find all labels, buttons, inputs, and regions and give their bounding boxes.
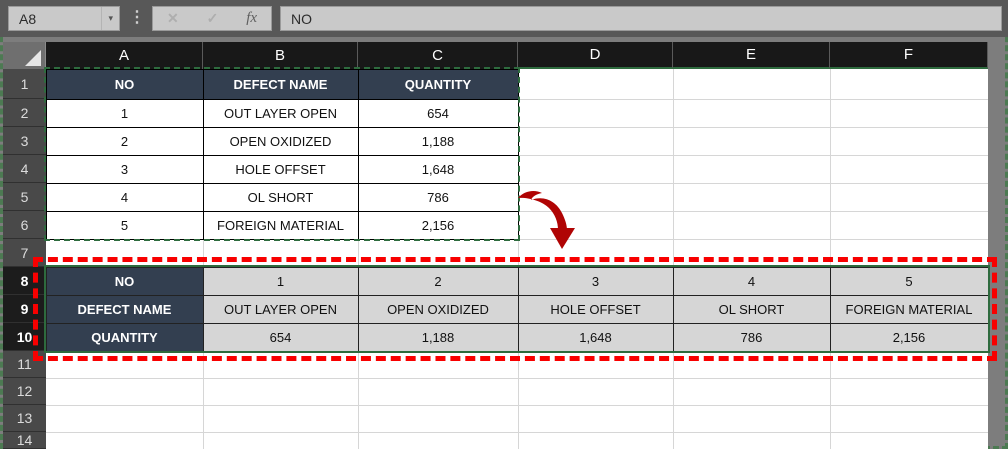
transposed-cell[interactable]: 1,188: [358, 323, 519, 352]
source-cell[interactable]: OPEN OXIDIZED: [203, 127, 359, 156]
row-header-9[interactable]: 9: [3, 295, 46, 323]
select-all-triangle-icon: [25, 50, 41, 66]
source-cell[interactable]: 1,188: [358, 127, 519, 156]
row-header-3[interactable]: 3: [3, 127, 46, 155]
enter-icon[interactable]: ✓: [207, 10, 219, 27]
formula-input[interactable]: NO: [280, 6, 1002, 31]
column-header-a[interactable]: A: [46, 42, 203, 69]
source-cell[interactable]: OUT LAYER OPEN: [203, 99, 359, 128]
transposed-cell[interactable]: HOLE OFFSET: [518, 295, 674, 324]
name-box-value: A8: [19, 11, 36, 27]
excel-window: A8 ▾ ⋮ ✕ ✓ fx NO A B C D E F 1 2 3 4 5 6…: [0, 0, 1008, 449]
source-cell[interactable]: 786: [358, 183, 519, 212]
source-cell[interactable]: 2,156: [358, 211, 519, 240]
column-header-c[interactable]: C: [358, 42, 518, 69]
source-cell[interactable]: 1,648: [358, 155, 519, 184]
transposed-cell[interactable]: 2: [358, 267, 519, 296]
row-header-10[interactable]: 10: [3, 323, 46, 351]
source-header-cell[interactable]: NO: [46, 69, 204, 100]
transposed-cell[interactable]: 654: [203, 323, 359, 352]
row-header-7[interactable]: 7: [3, 239, 46, 267]
gridline: [46, 432, 988, 433]
transposed-cell[interactable]: 2,156: [830, 323, 989, 352]
row-header-6[interactable]: 6: [3, 211, 46, 239]
select-all-button[interactable]: [3, 42, 46, 69]
transposed-header-cell[interactable]: QUANTITY: [46, 323, 204, 352]
chevron-down-icon[interactable]: ▾: [101, 7, 115, 30]
source-cell[interactable]: OL SHORT: [203, 183, 359, 212]
gridline: [46, 405, 988, 406]
source-cell[interactable]: FOREIGN MATERIAL: [203, 211, 359, 240]
cancel-icon[interactable]: ✕: [167, 10, 179, 27]
row-header-2[interactable]: 2: [3, 99, 46, 127]
source-table: NO DEFECT NAME QUANTITY 1 OUT LAYER OPEN…: [46, 69, 518, 239]
gridline: [46, 378, 988, 379]
transposed-cell[interactable]: 786: [673, 323, 831, 352]
formula-buttons: ✕ ✓ fx: [152, 6, 272, 31]
gridline: [830, 69, 831, 449]
row-header-4[interactable]: 4: [3, 155, 46, 183]
formula-toolbar: A8 ▾ ⋮ ✕ ✓ fx NO: [0, 0, 1008, 37]
column-header-d[interactable]: D: [518, 42, 673, 69]
toolbar-separator-icon: ⋮: [129, 5, 145, 31]
transposed-cell[interactable]: OPEN OXIDIZED: [358, 295, 519, 324]
transposed-cell[interactable]: OL SHORT: [673, 295, 831, 324]
source-cell[interactable]: 1: [46, 99, 204, 128]
transposed-cell[interactable]: 5: [830, 267, 989, 296]
gridline: [673, 69, 674, 449]
insert-function-icon[interactable]: fx: [246, 10, 257, 27]
source-cell[interactable]: 5: [46, 211, 204, 240]
column-header-f[interactable]: F: [830, 42, 988, 69]
source-cell[interactable]: HOLE OFFSET: [203, 155, 359, 184]
transposed-table: NO 1 2 3 4 5 DEFECT NAME OUT LAYER OPEN …: [46, 267, 988, 351]
row-header-1[interactable]: 1: [3, 69, 46, 99]
transposed-header-cell[interactable]: NO: [46, 267, 204, 296]
transposed-cell[interactable]: 1,648: [518, 323, 674, 352]
source-header-cell[interactable]: QUANTITY: [358, 69, 519, 100]
row-header-8[interactable]: 8: [3, 267, 46, 295]
row-header-11[interactable]: 11: [3, 351, 46, 378]
source-header-cell[interactable]: DEFECT NAME: [203, 69, 359, 100]
transposed-cell[interactable]: 4: [673, 267, 831, 296]
source-cell[interactable]: 2: [46, 127, 204, 156]
column-header-e[interactable]: E: [673, 42, 830, 69]
transposed-cell[interactable]: 3: [518, 267, 674, 296]
column-header-b[interactable]: B: [203, 42, 358, 69]
transposed-header-cell[interactable]: DEFECT NAME: [46, 295, 204, 324]
source-cell[interactable]: 4: [46, 183, 204, 212]
formula-text: NO: [291, 11, 312, 27]
row-header-13[interactable]: 13: [3, 405, 46, 432]
transposed-cell[interactable]: FOREIGN MATERIAL: [830, 295, 989, 324]
row-header-14[interactable]: 14: [3, 432, 46, 449]
source-cell[interactable]: 654: [358, 99, 519, 128]
row-header-12[interactable]: 12: [3, 378, 46, 405]
transposed-cell[interactable]: 1: [203, 267, 359, 296]
source-cell[interactable]: 3: [46, 155, 204, 184]
transposed-cell[interactable]: OUT LAYER OPEN: [203, 295, 359, 324]
row-header-5[interactable]: 5: [3, 183, 46, 211]
name-box[interactable]: A8 ▾: [8, 6, 120, 31]
